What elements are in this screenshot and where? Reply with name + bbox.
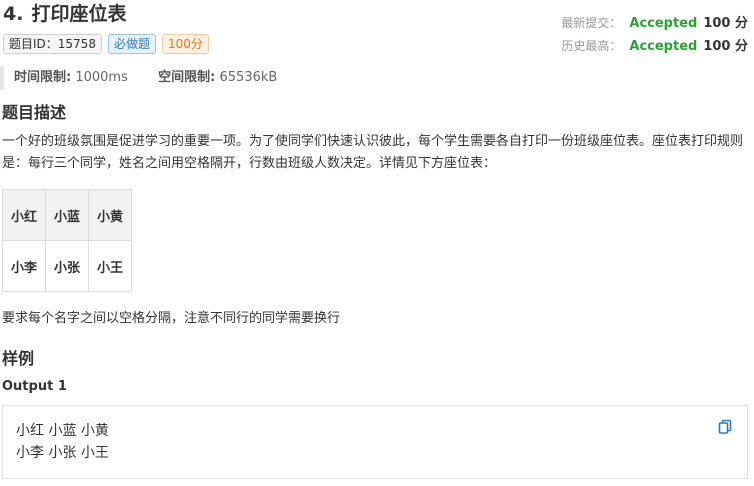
table-row: 小红 小蓝 小黄 xyxy=(2,189,132,241)
description-text: 一个好的班级氛围是促进学习的重要一项。为了使同学们快速认识彼此，每个学生需要各自… xyxy=(2,134,744,171)
table-cell: 小张 xyxy=(45,240,89,292)
problem-number: 4. xyxy=(3,3,24,25)
score-badge: 100分 xyxy=(161,34,209,54)
table-cell: 小王 xyxy=(88,240,132,292)
output-text: 小红 小蓝 小黄 小李 小张 小王 xyxy=(16,423,109,461)
table-cell: 小红 xyxy=(2,189,46,241)
time-limit-value: 1000ms xyxy=(75,70,128,85)
submission-status: 最新提交： Accepted 100 分 历史最高： Accepted 100 … xyxy=(561,12,748,58)
problem-tags: 题目ID：15758 必做题 100分 xyxy=(3,34,209,54)
best-result[interactable]: Accepted xyxy=(629,36,697,58)
table-row: 小李 小张 小王 xyxy=(2,240,132,292)
memory-limit-label: 空间限制: xyxy=(158,70,216,85)
problem-id-badge: 题目ID：15758 xyxy=(3,34,102,54)
best-label: 历史最高： xyxy=(561,39,622,53)
table-cell: 小李 xyxy=(2,240,46,292)
latest-score: 100 分 xyxy=(703,16,748,31)
output-label: Output 1 xyxy=(2,379,67,394)
description-note: 要求每个名字之间以空格分隔，注意不同行的同学需要换行 xyxy=(2,311,341,326)
memory-limit-value: 65536kB xyxy=(219,70,278,85)
best-score: 100 分 xyxy=(703,39,748,54)
table-cell: 小黄 xyxy=(88,189,132,241)
time-limit-label: 时间限制: xyxy=(14,70,72,85)
required-badge: 必做题 xyxy=(107,34,156,54)
best-submission: 历史最高： Accepted 100 分 xyxy=(561,35,748,58)
description-heading: 题目描述 xyxy=(2,103,67,122)
example-heading: 样例 xyxy=(2,349,35,368)
copy-icon[interactable] xyxy=(717,419,733,435)
latest-result[interactable]: Accepted xyxy=(629,13,697,35)
table-cell: 小蓝 xyxy=(45,189,89,241)
latest-label: 最新提交： xyxy=(561,16,622,30)
problem-title: 4. 打印座位表 xyxy=(3,1,126,27)
limits-bar: 时间限制: 1000ms 空间限制: 65536kB xyxy=(0,66,748,90)
output-box: 小红 小蓝 小黄 小李 小张 小王 xyxy=(2,405,748,479)
latest-submission: 最新提交： Accepted 100 分 xyxy=(561,12,748,35)
problem-name: 打印座位表 xyxy=(31,3,127,25)
seat-table: 小红 小蓝 小黄 小李 小张 小王 xyxy=(2,189,132,292)
